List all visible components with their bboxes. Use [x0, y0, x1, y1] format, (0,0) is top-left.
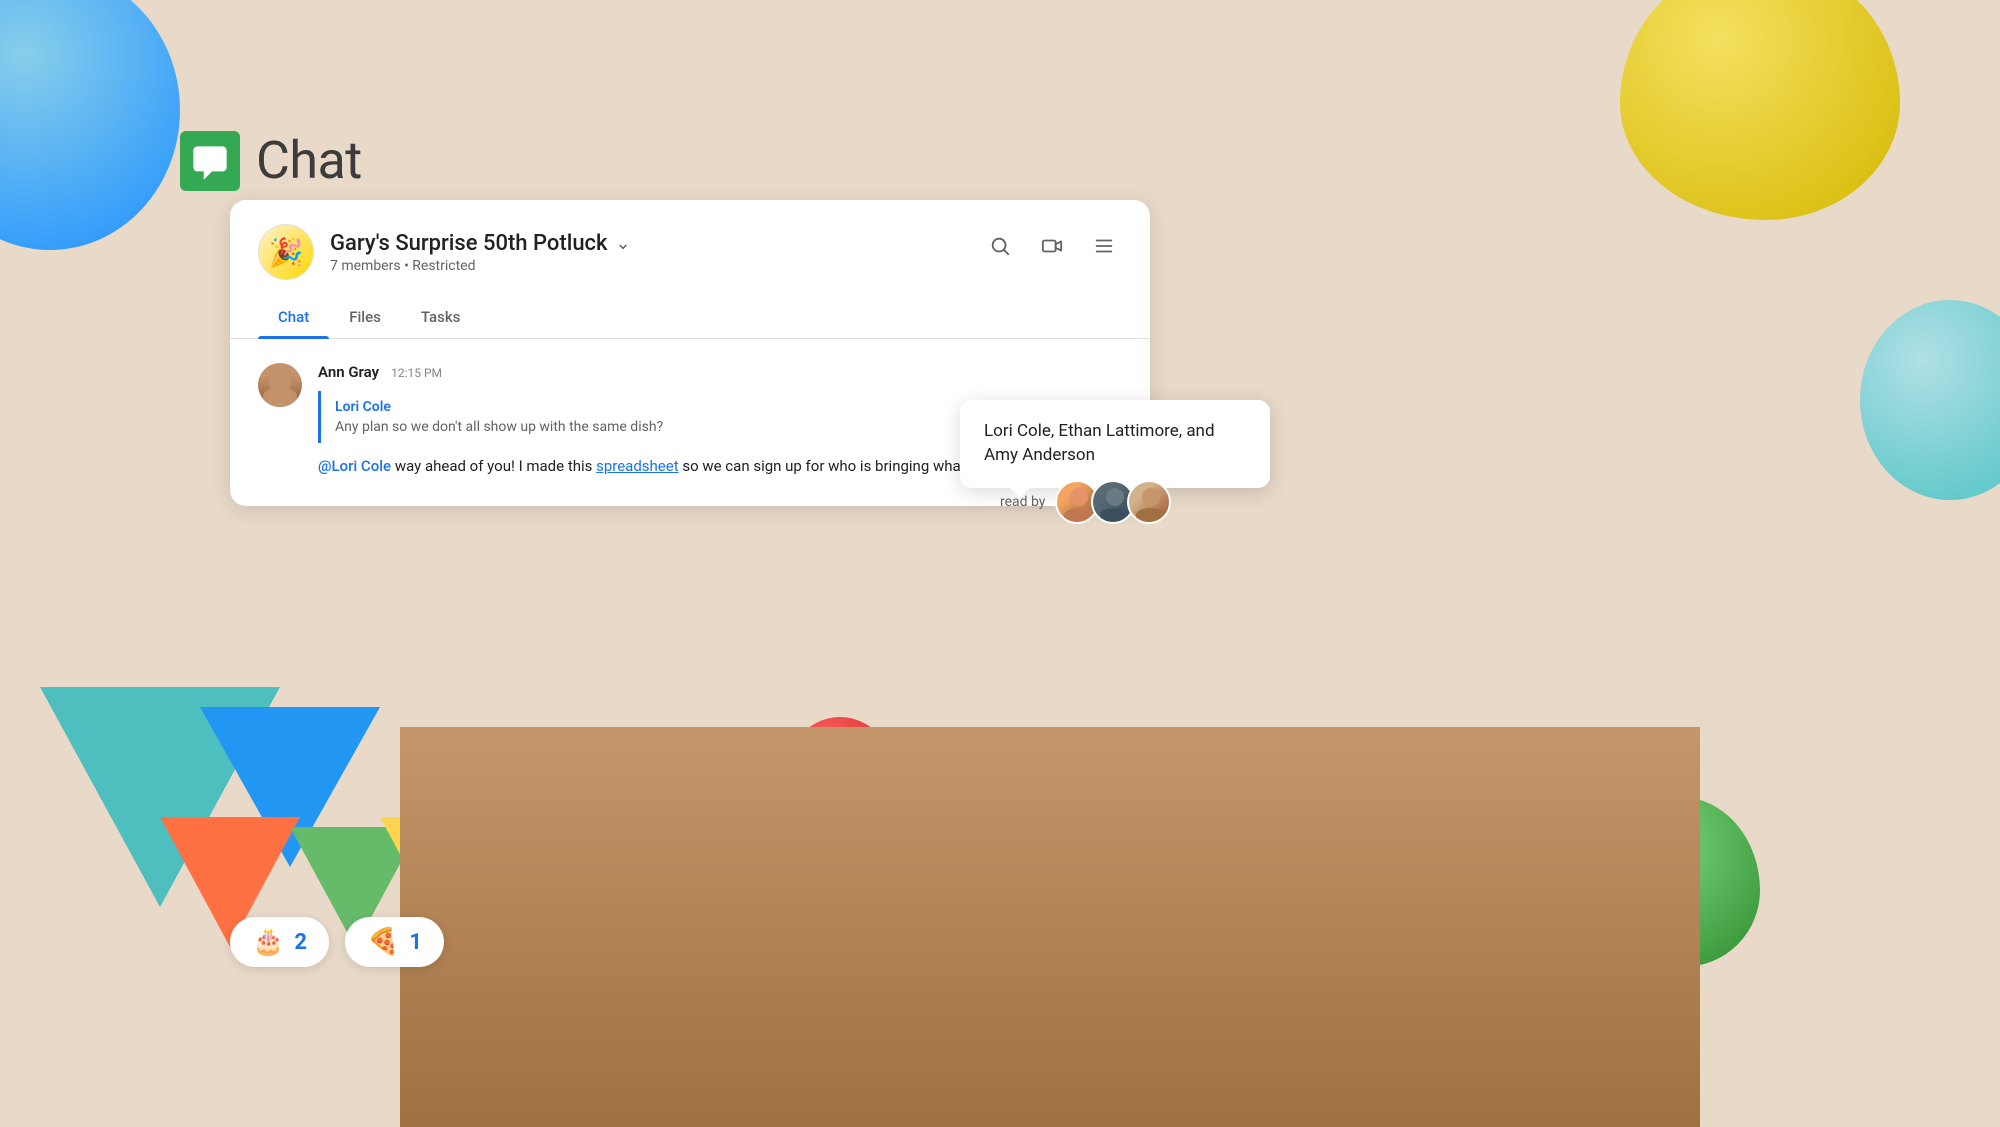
cake-count: 2 [294, 930, 307, 955]
cake-emoji: 🎂 [252, 927, 284, 957]
message-time: 12:15 PM [391, 366, 442, 380]
tooltip-popup: Lori Cole, Ethan Lattimore, and Amy Ande… [960, 400, 1270, 488]
avatar [258, 363, 302, 407]
tooltip-text: Lori Cole, Ethan Lattimore, and Amy Ande… [984, 421, 1215, 465]
message-body: way ahead of you! I made this [395, 457, 596, 475]
spreadsheet-link[interactable]: spreadsheet [596, 457, 679, 475]
mention[interactable]: @Lori Cole [318, 457, 391, 475]
message-header: Ann Gray 12:15 PM [318, 363, 1122, 381]
app-logo [180, 131, 240, 191]
group-info: 🎉 Gary's Surprise 50th Potluck ⌄ 7 membe… [258, 224, 631, 280]
app-header: Chat [180, 130, 362, 191]
reactions: 🎂 2 🍕 1 [230, 917, 444, 967]
read-by-label: read by [1000, 494, 1045, 510]
group-text: Gary's Surprise 50th Potluck ⌄ 7 members… [330, 231, 631, 274]
app-title: Chat [256, 130, 362, 191]
menu-button[interactable] [1086, 228, 1122, 264]
video-button[interactable] [1034, 228, 1070, 264]
pizza-emoji: 🍕 [367, 927, 399, 957]
read-by-avatars [1055, 480, 1171, 524]
tab-tasks[interactable]: Tasks [401, 296, 481, 338]
tab-chat[interactable]: Chat [258, 296, 329, 338]
tab-bar: Chat Files Tasks [230, 296, 1150, 339]
main-content: Chat 🎉 Gary's Surprise 50th Potluck ⌄ 7 … [0, 0, 2000, 1127]
message-suffix: so we can sign up for who is bringing wh… [682, 457, 965, 475]
search-button[interactable] [982, 228, 1018, 264]
card-header: 🎉 Gary's Surprise 50th Potluck ⌄ 7 membe… [230, 200, 1150, 280]
header-actions [982, 224, 1122, 264]
group-avatar-emoji: 🎉 [269, 236, 304, 269]
read-by-section: read by [1000, 480, 1171, 524]
group-meta: 7 members • Restricted [330, 258, 631, 274]
pizza-count: 1 [409, 930, 422, 955]
tab-files[interactable]: Files [329, 296, 401, 338]
reaction-cake[interactable]: 🎂 2 [230, 917, 329, 967]
reader-avatar-3[interactable] [1127, 480, 1171, 524]
group-name: Gary's Surprise 50th Potluck [330, 231, 608, 256]
sender-name: Ann Gray [318, 363, 379, 381]
group-name-row[interactable]: Gary's Surprise 50th Potluck ⌄ [330, 231, 631, 256]
group-avatar: 🎉 [258, 224, 314, 280]
chevron-down-icon[interactable]: ⌄ [616, 233, 631, 254]
privacy-label: Restricted [412, 258, 475, 274]
member-count: 7 members [330, 258, 401, 274]
reaction-pizza[interactable]: 🍕 1 [345, 917, 444, 967]
